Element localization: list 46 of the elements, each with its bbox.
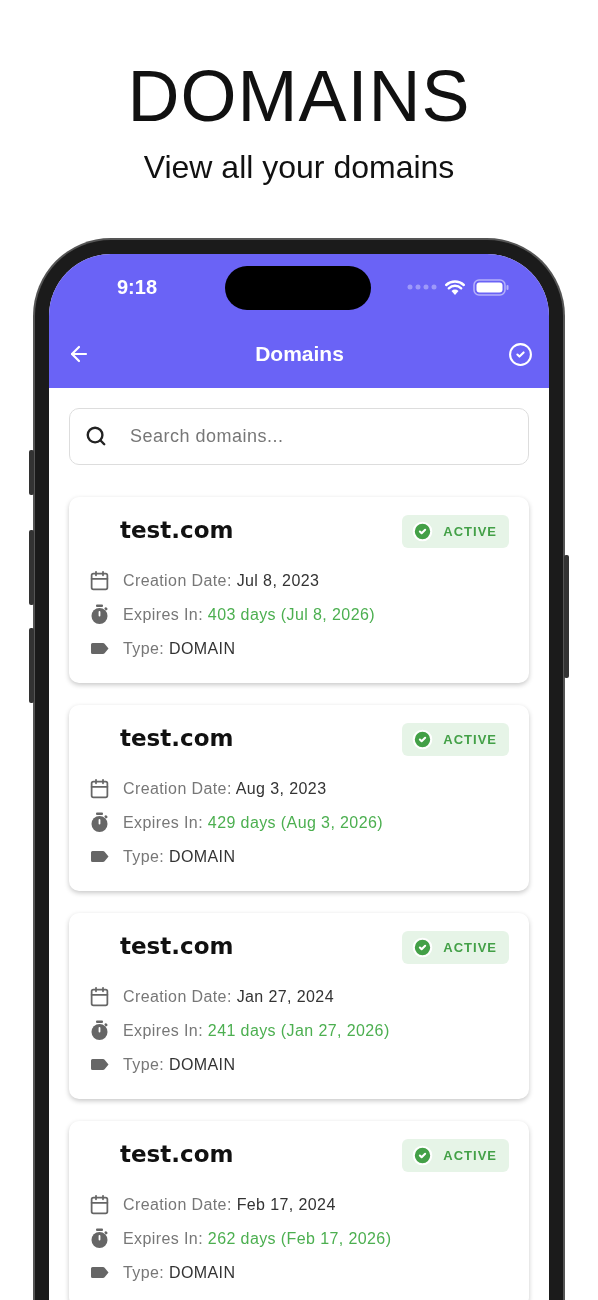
- detail-text: Expires In: 262 days (Feb 17, 2026): [123, 1229, 392, 1248]
- screen-title: Domains: [255, 342, 344, 367]
- domain-name: test.com: [120, 517, 234, 544]
- check-icon: [412, 729, 434, 751]
- domain-card[interactable]: test.com ACTIVE Creation Date: Jul 8, 2023 Expires In: 403 days (Jul 8, 2026) Type: DOMAIN: [69, 497, 529, 684]
- search-icon: [85, 425, 107, 448]
- stopwatch-icon: [89, 812, 110, 834]
- page-title: DOMAINS: [127, 60, 471, 132]
- signal-icon: [407, 284, 437, 291]
- check-icon: [412, 937, 434, 959]
- calendar-icon: [89, 1194, 110, 1216]
- status-badge: ACTIVE: [402, 931, 509, 965]
- status-time: 9:18: [116, 275, 158, 299]
- check-icon: [412, 1145, 434, 1167]
- detail-text: Type: DOMAIN: [123, 1263, 236, 1282]
- detail-text: Creation Date: Jan 27, 2024: [123, 987, 334, 1006]
- page-subtitle: View all your domains: [143, 150, 455, 186]
- check-button[interactable]: [508, 341, 533, 367]
- status-badge: ACTIVE: [402, 723, 509, 757]
- detail-text: Type: DOMAIN: [123, 1055, 236, 1074]
- domain-card[interactable]: test.com ACTIVE Creation Date: Aug 3, 2023 Expires In: 429 days (Aug 3, 2026) Type: DOMAIN: [69, 705, 529, 892]
- battery-icon: [473, 278, 509, 296]
- calendar-icon: [89, 778, 110, 800]
- domain-name: test.com: [120, 933, 234, 960]
- detail-text: Expires In: 403 days (Jul 8, 2026): [123, 605, 375, 624]
- detail-text: Type: DOMAIN: [123, 639, 236, 658]
- status-badge: ACTIVE: [402, 515, 509, 549]
- wifi-icon: [445, 279, 465, 295]
- status-badge: ACTIVE: [402, 1139, 509, 1173]
- detail-text: Expires In: 241 days (Jan 27, 2026): [123, 1021, 390, 1040]
- stopwatch-icon: [89, 1020, 110, 1042]
- search-field[interactable]: Search domains...: [69, 408, 529, 466]
- detail-text: Expires In: 429 days (Aug 3, 2026): [123, 813, 383, 832]
- stopwatch-icon: [89, 604, 110, 626]
- detail-text: Creation Date: Feb 17, 2024: [123, 1195, 336, 1214]
- domain-name: test.com: [120, 725, 234, 752]
- domain-card[interactable]: test.com ACTIVE Creation Date: Feb 17, 2024 Expires In: 262 days (Feb 17, 2026) Type: DOMAIN: [69, 1121, 529, 1300]
- detail-text: Creation Date: Jul 8, 2023: [123, 571, 320, 590]
- calendar-icon: [89, 986, 110, 1008]
- calendar-icon: [89, 570, 110, 592]
- domain-card[interactable]: test.com ACTIVE Creation Date: Jan 27, 2024 Expires In: 241 days (Jan 27, 2026) Type: DOMAIN: [69, 913, 529, 1100]
- stopwatch-icon: [89, 1228, 110, 1250]
- detail-text: Creation Date: Aug 3, 2023: [123, 779, 327, 798]
- check-icon: [412, 521, 434, 543]
- detail-text: Type: DOMAIN: [123, 847, 236, 866]
- domain-name: test.com: [120, 1141, 234, 1168]
